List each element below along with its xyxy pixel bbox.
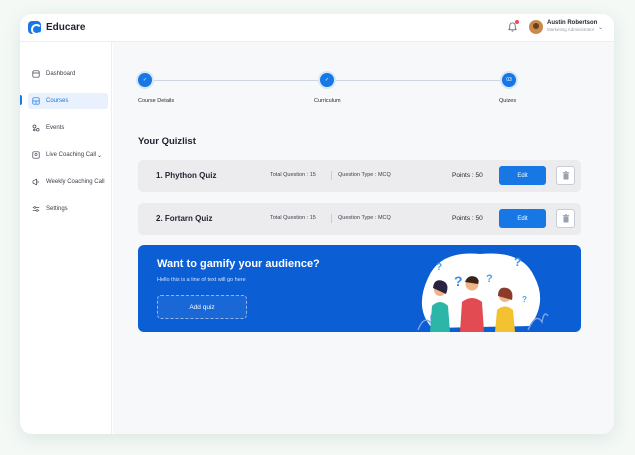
- sidebar-item-label: Dashboard: [46, 71, 76, 77]
- step-label-quizes: Quizes: [499, 98, 517, 104]
- edit-button[interactable]: Edit: [499, 166, 546, 185]
- edit-button[interactable]: Edit: [499, 209, 546, 228]
- quiz-points: Points : 50: [452, 215, 483, 222]
- delete-button[interactable]: [556, 209, 575, 228]
- sliders-icon: [32, 206, 40, 212]
- events-icon: [32, 124, 40, 132]
- svg-text:?: ?: [486, 273, 493, 285]
- sidebar-item-label: Courses: [46, 98, 69, 104]
- quiz-card: 1. Phython Quiz Total Question : 15 Ques…: [138, 160, 581, 192]
- trash-icon: [562, 214, 569, 223]
- quiz-total-questions: Total Question : 15: [270, 172, 316, 178]
- delete-button[interactable]: [556, 166, 575, 185]
- sidebar: Dashboard Courses Events Live Coaching C…: [20, 42, 112, 434]
- sidebar-item-events[interactable]: Events: [28, 120, 108, 136]
- svg-text:?: ?: [436, 262, 442, 273]
- user-name[interactable]: Austin Robertson: [547, 20, 597, 26]
- divider: [331, 171, 332, 180]
- sidebar-item-label: Weekly Coaching Call: [46, 179, 105, 185]
- svg-text:?: ?: [454, 273, 463, 289]
- divider: [331, 214, 332, 223]
- top-bar: Educare Austin Robertson Marketing Admin…: [20, 14, 614, 42]
- quiz-card: 2. Fortarn Quiz Total Question : 15 Ques…: [138, 203, 581, 235]
- step-label-curriculum: Curriculum: [314, 98, 341, 104]
- quiz-question-type: Question Type : MCQ: [338, 215, 391, 221]
- sidebar-item-label: Live Coaching Call: [46, 152, 97, 158]
- user-role: Marketing Administrator: [547, 27, 595, 32]
- stepper-connector: [152, 80, 320, 81]
- stepper-connector: [334, 80, 502, 81]
- courses-icon: [32, 97, 40, 105]
- quiz-name: 1. Phython Quiz: [156, 171, 217, 180]
- banner-title: Want to gamify your audience?: [157, 258, 320, 270]
- chevron-down-icon[interactable]: ⌄: [598, 24, 603, 31]
- trash-icon: [562, 171, 569, 180]
- quiz-question-type: Question Type : MCQ: [338, 172, 391, 178]
- gamify-banner: Want to gamify your audience? Hello this…: [138, 245, 581, 332]
- sidebar-item-label: Settings: [46, 206, 68, 212]
- sidebar-item-weekly-coaching-call[interactable]: Weekly Coaching Call: [28, 174, 108, 190]
- sidebar-item-dashboard[interactable]: Dashboard: [28, 66, 108, 82]
- educare-logo-icon: [28, 21, 42, 35]
- app-window: Educare Austin Robertson Marketing Admin…: [20, 14, 614, 434]
- quiz-total-questions: Total Question : 15: [270, 215, 316, 221]
- svg-text:?: ?: [522, 295, 527, 304]
- megaphone-icon: [32, 178, 39, 186]
- quiz-name: 2. Fortarn Quiz: [156, 214, 213, 223]
- step-curriculum-marker[interactable]: ✓: [320, 73, 334, 87]
- step-quizes-marker[interactable]: 03: [502, 73, 516, 87]
- logo[interactable]: Educare: [28, 21, 86, 35]
- notification-dot: [515, 20, 519, 24]
- sidebar-item-live-coaching-call[interactable]: Live Coaching Call ⌄: [28, 147, 108, 163]
- dashboard-icon: [32, 70, 40, 78]
- chevron-down-icon[interactable]: ⌄: [97, 152, 102, 159]
- banner-subtitle: Hello this is a line of text will go her…: [157, 277, 246, 283]
- section-title: Your Quizlist: [138, 136, 196, 147]
- active-indicator: [20, 95, 22, 105]
- step-label-course-details: Course Details: [138, 98, 175, 104]
- sidebar-item-label: Events: [46, 125, 65, 131]
- main-content: ✓ ✓ 03 Course Details Curriculum Quizes …: [113, 42, 614, 434]
- svg-text:?: ?: [514, 255, 521, 269]
- live-call-icon: [32, 151, 40, 159]
- sidebar-item-settings[interactable]: Settings: [28, 201, 108, 217]
- app-name: Educare: [46, 22, 86, 33]
- step-course-details-marker[interactable]: ✓: [138, 73, 152, 87]
- avatar[interactable]: [529, 20, 543, 34]
- sidebar-item-courses[interactable]: Courses: [28, 93, 108, 109]
- add-quiz-button[interactable]: Add quiz: [157, 295, 247, 319]
- quiz-points: Points : 50: [452, 172, 483, 179]
- quiz-people-illustration: ? ? ? ? ?: [417, 253, 549, 332]
